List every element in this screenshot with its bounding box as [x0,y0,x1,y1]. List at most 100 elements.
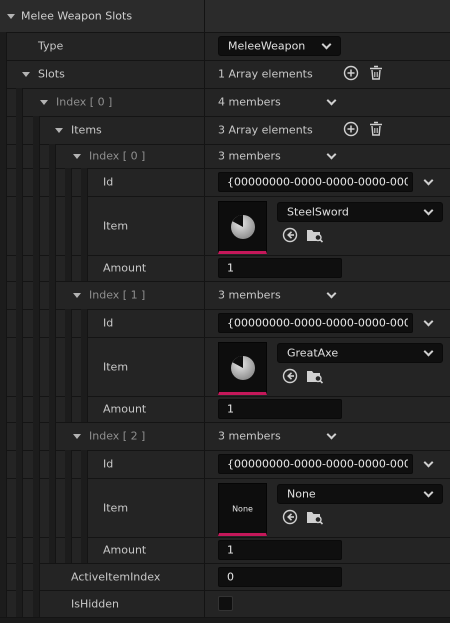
asset-thumbnail[interactable] [218,342,267,395]
is-hidden-row: IsHidden [0,590,450,617]
row-divider [0,60,450,61]
item-index-label: Index [ 2 ] [89,429,146,443]
chevron-down-icon [423,487,434,498]
use-selected-asset-icon[interactable] [281,508,299,526]
indent-guide [33,116,40,617]
slots-label: Slots [38,67,65,81]
expand-arrow-icon[interactable] [22,72,30,77]
row-divider [0,144,450,145]
amount-value: 1 [227,261,234,275]
chevron-down-icon[interactable] [326,288,337,299]
amount-label: Amount [103,543,147,557]
trash-icon[interactable] [367,120,385,138]
item-members-count: 3 members [218,429,281,443]
browse-asset-icon[interactable] [305,226,325,244]
amount-value: 1 [227,543,234,557]
item-index-row[interactable]: Index [ 0 ] 3 members [0,144,450,168]
asset-picker-dropdown[interactable]: None [277,484,443,504]
asset-thumbnail[interactable]: None [218,483,267,536]
slot-index-label: Index [ 0 ] [56,95,113,109]
active-item-index-value: 0 [227,570,234,584]
amount-field[interactable]: 1 [218,258,342,278]
use-selected-asset-icon[interactable] [281,367,299,385]
indent-guide [81,168,88,281]
browse-asset-icon[interactable] [305,367,325,385]
slot-index-row[interactable]: Index [ 0 ] 4 members [0,88,450,116]
item-label: Item [103,501,129,514]
chevron-down-icon [321,39,332,50]
is-hidden-checkbox[interactable] [218,596,233,611]
row-divider [0,563,450,564]
chevron-down-icon [423,205,434,216]
row-divider [0,116,450,117]
active-item-index-label: ActiveItemIndex [71,570,161,583]
indent-guide [65,450,72,563]
type-row: Type MeleeWeapon [0,32,450,60]
indent-guide [65,309,72,422]
indent-guide [49,144,56,563]
is-hidden-label: IsHidden [71,597,120,610]
indent-guide [0,32,7,617]
slot-members-count: 4 members [218,95,281,109]
chevron-down-icon[interactable] [326,429,337,440]
active-item-index-row: ActiveItemIndex 0 [0,563,450,590]
amount-field[interactable]: 1 [218,540,342,560]
expand-arrow-icon[interactable] [73,293,81,298]
id-field[interactable]: {00000000-0000-0000-0000-00000 [218,313,413,333]
category-title: Melee Weapon Slots [21,9,133,23]
row-divider [0,88,450,89]
category-header[interactable]: Melee Weapon Slots [0,0,450,32]
asset-name: GreatAxe [287,346,339,360]
row-divider [0,422,450,423]
expand-arrow-icon[interactable] [55,128,63,133]
expand-arrow-icon[interactable] [7,14,15,19]
chevron-down-icon[interactable] [423,316,434,327]
indent-guide [16,88,23,617]
items-label: Items [71,123,102,137]
amount-value: 1 [227,402,234,416]
chevron-down-icon[interactable] [326,149,337,160]
expand-arrow-icon[interactable] [73,154,81,159]
row-divider [0,617,450,618]
browse-asset-icon[interactable] [305,508,325,526]
pie-thumbnail-icon [219,202,266,251]
item-index-row[interactable]: Index [ 1 ] 3 members [0,281,450,309]
type-label: Type [38,39,64,53]
add-element-icon[interactable] [342,120,360,138]
expand-arrow-icon[interactable] [73,434,81,439]
add-element-icon[interactable] [342,64,360,82]
asset-name: None [287,487,316,501]
id-value: {00000000-0000-0000-0000-00000 [227,316,408,330]
id-field[interactable]: {00000000-0000-0000-0000-00000 [218,172,413,192]
row-divider [0,281,450,282]
item-label: Item [103,360,129,373]
item-index-row[interactable]: Index [ 2 ] 3 members [0,422,450,450]
indent-guide [81,450,88,563]
pie-thumbnail-icon [219,343,266,392]
items-count: 3 Array elements [218,123,313,137]
amount-label: Amount [103,402,147,416]
chevron-down-icon[interactable] [326,95,337,106]
id-label: Id [103,175,114,189]
asset-picker-dropdown[interactable]: SteelSword [277,202,443,222]
item-index-label: Index [ 0 ] [89,149,146,163]
id-field[interactable]: {00000000-0000-0000-0000-00000 [218,454,413,474]
chevron-down-icon[interactable] [423,457,434,468]
use-selected-asset-icon[interactable] [281,226,299,244]
expand-arrow-icon[interactable] [40,100,48,105]
type-dropdown[interactable]: MeleeWeapon [218,36,341,56]
trash-icon[interactable] [367,64,385,82]
asset-thumbnail[interactable] [218,201,267,254]
items-row[interactable]: Items 3 Array elements [0,116,450,144]
item-index-label: Index [ 1 ] [89,288,146,302]
indent-guide [65,168,72,281]
asset-picker-dropdown[interactable]: GreatAxe [277,343,443,363]
slots-row[interactable]: Slots 1 Array elements [0,60,450,88]
slots-count: 1 Array elements [218,67,313,81]
amount-label: Amount [103,261,147,275]
indent-guide [81,309,88,422]
item-members-count: 3 members [218,288,281,302]
active-item-index-field[interactable]: 0 [218,567,342,587]
chevron-down-icon[interactable] [423,175,434,186]
amount-field[interactable]: 1 [218,399,342,419]
